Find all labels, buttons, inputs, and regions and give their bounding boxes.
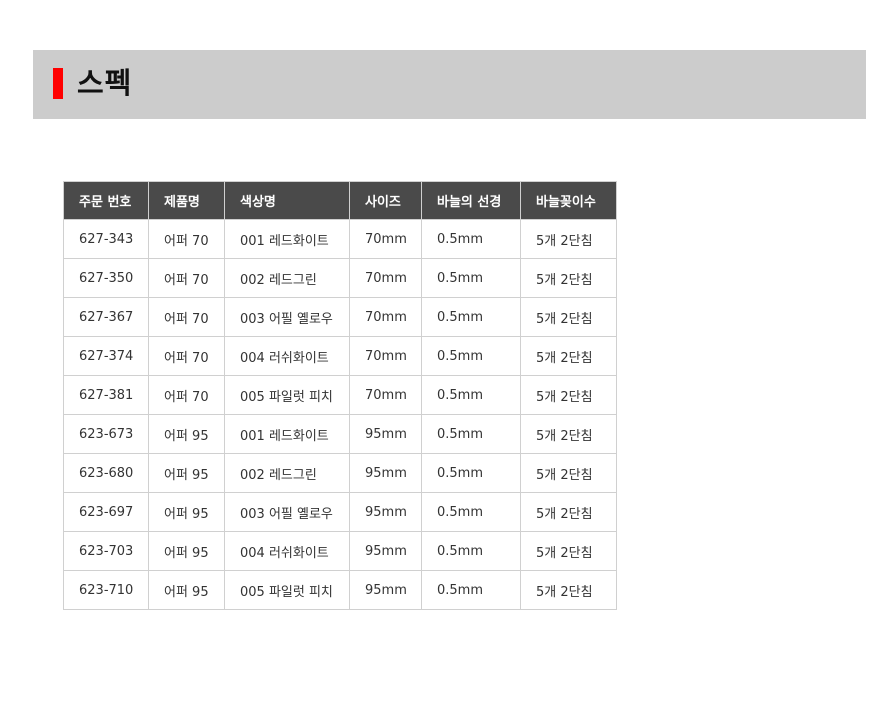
col-product-name-cell: 어퍼 95 [148, 453, 225, 493]
col-color-name-cell: 001 레드화이트 [224, 219, 350, 259]
col-size-cell: 95mm [349, 531, 422, 571]
col-size-cell: 70mm [349, 258, 422, 298]
col-product-name-cell: 어퍼 70 [148, 219, 225, 259]
col-color-name-cell: 005 파일럿 피치 [224, 570, 350, 610]
col-needle-diameter-cell: 0.5mm [421, 375, 521, 415]
col-product-name-cell: 어퍼 70 [148, 375, 225, 415]
col-color-name-cell: 003 어필 옐로우 [224, 492, 350, 532]
col-size-cell: 95mm [349, 570, 422, 610]
col-needle-count-cell: 5개 2단침 [520, 336, 617, 376]
col-size-cell: 70mm [349, 336, 422, 376]
col-color-name-cell: 004 러쉬화이트 [224, 336, 350, 376]
col-color-name-cell: 001 레드화이트 [224, 414, 350, 454]
table-row: 627-343 어퍼 70 001 레드화이트 70mm 0.5mm 5개 2단침 [63, 219, 617, 259]
table-row: 623-703 어퍼 95 004 러쉬화이트 95mm 0.5mm 5개 2단침 [63, 531, 617, 571]
table-row: 623-710 어퍼 95 005 파일럿 피치 95mm 0.5mm 5개 2단침 [63, 570, 617, 610]
col-size-cell: 70mm [349, 375, 422, 415]
col-product-name-cell: 어퍼 70 [148, 336, 225, 376]
col-needle-diameter-cell: 0.5mm [421, 258, 521, 298]
spec-table: 주문 번호 제품명 색상명 사이즈 바늘의 선경 바늘꽂이수 627-343 어퍼 70 00… [63, 181, 617, 610]
col-color-name-cell: 004 러쉬화이트 [224, 531, 350, 571]
col-color-name-cell: 005 파일럿 피치 [224, 375, 350, 415]
table-body: 627-343 어퍼 70 001 레드화이트 70mm 0.5mm 5개 2단침 627-… [63, 219, 617, 610]
col-needle-diameter-cell: 0.5mm [421, 414, 521, 454]
col-product-name-cell: 어퍼 95 [148, 570, 225, 610]
table-header-row: 주문 번호 제품명 색상명 사이즈 바늘의 선경 바늘꽂이수 [63, 181, 617, 220]
col-needle-diameter-cell: 0.5mm [421, 492, 521, 532]
col-order-number-header: 주문 번호 [63, 181, 149, 220]
section-title: 스펙 [77, 66, 133, 100]
section-header: 스펙 [33, 50, 866, 119]
col-order-number-cell: 623-703 [63, 531, 149, 571]
col-product-name-cell: 어퍼 95 [148, 414, 225, 454]
col-order-number-cell: 623-680 [63, 453, 149, 493]
col-needle-count-cell: 5개 2단침 [520, 258, 617, 298]
table-row: 627-381 어퍼 70 005 파일럿 피치 70mm 0.5mm 5개 2단침 [63, 375, 617, 415]
col-needle-count-header: 바늘꽂이수 [520, 181, 617, 220]
col-order-number-cell: 627-374 [63, 336, 149, 376]
col-product-name-cell: 어퍼 70 [148, 297, 225, 337]
col-order-number-cell: 623-710 [63, 570, 149, 610]
table-row: 627-350 어퍼 70 002 레드그린 70mm 0.5mm 5개 2단침 [63, 258, 617, 298]
col-needle-diameter-cell: 0.5mm [421, 297, 521, 337]
col-color-name-cell: 002 레드그린 [224, 258, 350, 298]
table-row: 623-673 어퍼 95 001 레드화이트 95mm 0.5mm 5개 2단침 [63, 414, 617, 454]
col-needle-count-cell: 5개 2단침 [520, 570, 617, 610]
col-size-cell: 95mm [349, 414, 422, 454]
col-needle-count-cell: 5개 2단침 [520, 492, 617, 532]
col-needle-count-cell: 5개 2단침 [520, 375, 617, 415]
table-row: 627-374 어퍼 70 004 러쉬화이트 70mm 0.5mm 5개 2단침 [63, 336, 617, 376]
table-row: 623-680 어퍼 95 002 레드그린 95mm 0.5mm 5개 2단침 [63, 453, 617, 493]
table-row: 623-697 어퍼 95 003 어필 옐로우 95mm 0.5mm 5개 2단침 [63, 492, 617, 532]
col-order-number-cell: 627-350 [63, 258, 149, 298]
col-needle-count-cell: 5개 2단침 [520, 531, 617, 571]
col-color-name-header: 색상명 [224, 181, 350, 220]
col-product-name-header: 제품명 [148, 181, 225, 220]
col-needle-count-cell: 5개 2단침 [520, 219, 617, 259]
col-order-number-cell: 623-697 [63, 492, 149, 532]
col-color-name-cell: 003 어필 옐로우 [224, 297, 350, 337]
col-order-number-cell: 627-381 [63, 375, 149, 415]
col-needle-count-cell: 5개 2단침 [520, 297, 617, 337]
col-order-number-cell: 627-343 [63, 219, 149, 259]
col-needle-diameter-cell: 0.5mm [421, 453, 521, 493]
col-size-cell: 70mm [349, 219, 422, 259]
col-needle-diameter-cell: 0.5mm [421, 219, 521, 259]
col-order-number-cell: 627-367 [63, 297, 149, 337]
col-product-name-cell: 어퍼 95 [148, 531, 225, 571]
col-needle-diameter-cell: 0.5mm [421, 570, 521, 610]
col-size-cell: 95mm [349, 453, 422, 493]
col-size-cell: 70mm [349, 297, 422, 337]
col-needle-diameter-cell: 0.5mm [421, 531, 521, 571]
col-order-number-cell: 623-673 [63, 414, 149, 454]
col-color-name-cell: 002 레드그린 [224, 453, 350, 493]
header-accent-bar [53, 68, 63, 99]
col-needle-diameter-cell: 0.5mm [421, 336, 521, 376]
col-needle-count-cell: 5개 2단침 [520, 414, 617, 454]
col-product-name-cell: 어퍼 95 [148, 492, 225, 532]
col-needle-count-cell: 5개 2단침 [520, 453, 617, 493]
col-size-cell: 95mm [349, 492, 422, 532]
col-product-name-cell: 어퍼 70 [148, 258, 225, 298]
table-row: 627-367 어퍼 70 003 어필 옐로우 70mm 0.5mm 5개 2단침 [63, 297, 617, 337]
col-needle-diameter-header: 바늘의 선경 [421, 181, 521, 220]
col-size-header: 사이즈 [349, 181, 422, 220]
